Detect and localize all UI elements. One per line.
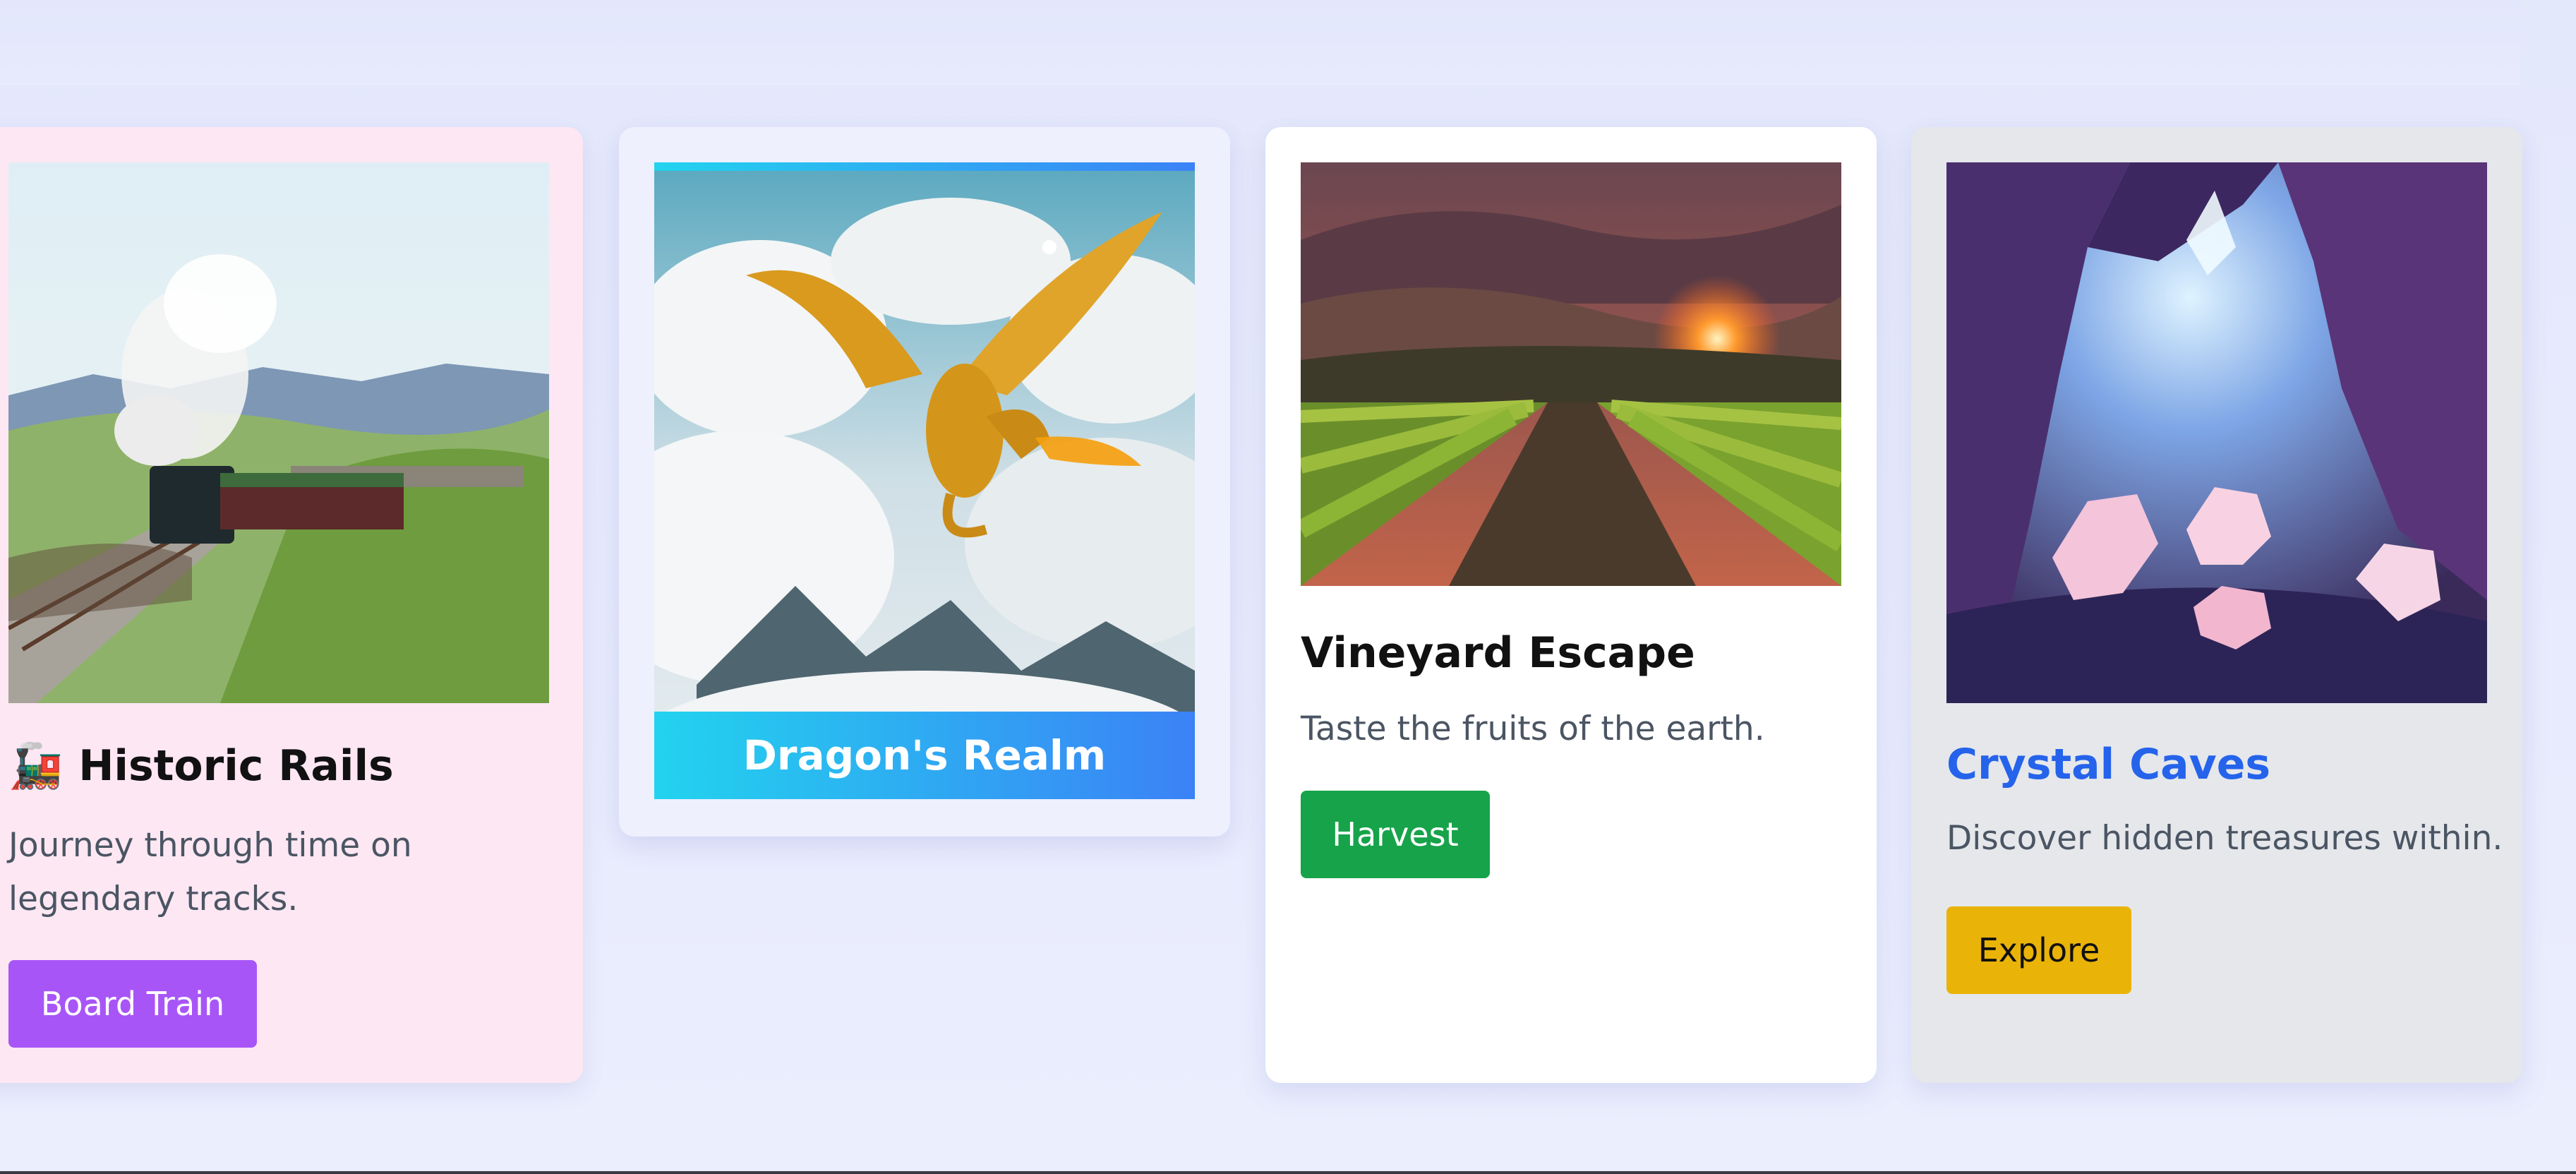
crystal-cave-image [1946,162,2487,703]
explore-button[interactable]: Explore [1946,906,2131,994]
page: 🚂 Historic Rails Journey through time on… [0,0,2576,1174]
bottom-border [0,1171,2576,1174]
harvest-button[interactable]: Harvest [1301,791,1490,878]
card-dragons-realm[interactable]: Dragon's Realm [619,127,1230,837]
accent-stripe [654,162,1195,171]
steam-train-image [8,162,549,703]
card-description: Discover hidden treasures within. [1946,819,2503,858]
card-title-text: Historic Rails [78,741,394,791]
card-vineyard-escape: Vineyard Escape Taste the fruits of the … [1265,127,1877,1083]
board-train-button[interactable]: Board Train [8,960,257,1048]
train-icon: 🚂 [8,740,64,791]
card-title: Dragon's Realm [654,712,1195,799]
vineyard-image [1301,162,1841,586]
card-title: Vineyard Escape [1301,628,1695,678]
card-historic-rails: 🚂 Historic Rails Journey through time on… [0,127,583,1083]
dragon-image [654,162,1195,799]
card-title: 🚂 Historic Rails [8,740,394,792]
top-band [0,0,2520,85]
card-description: Taste the fruits of the earth. [1301,709,1765,748]
card-crystal-caves: Crystal Caves Discover hidden treasures … [1911,127,2522,1083]
card-title: Crystal Caves [1946,740,2271,789]
card-description: Journey through time on legendary tracks… [8,826,412,918]
